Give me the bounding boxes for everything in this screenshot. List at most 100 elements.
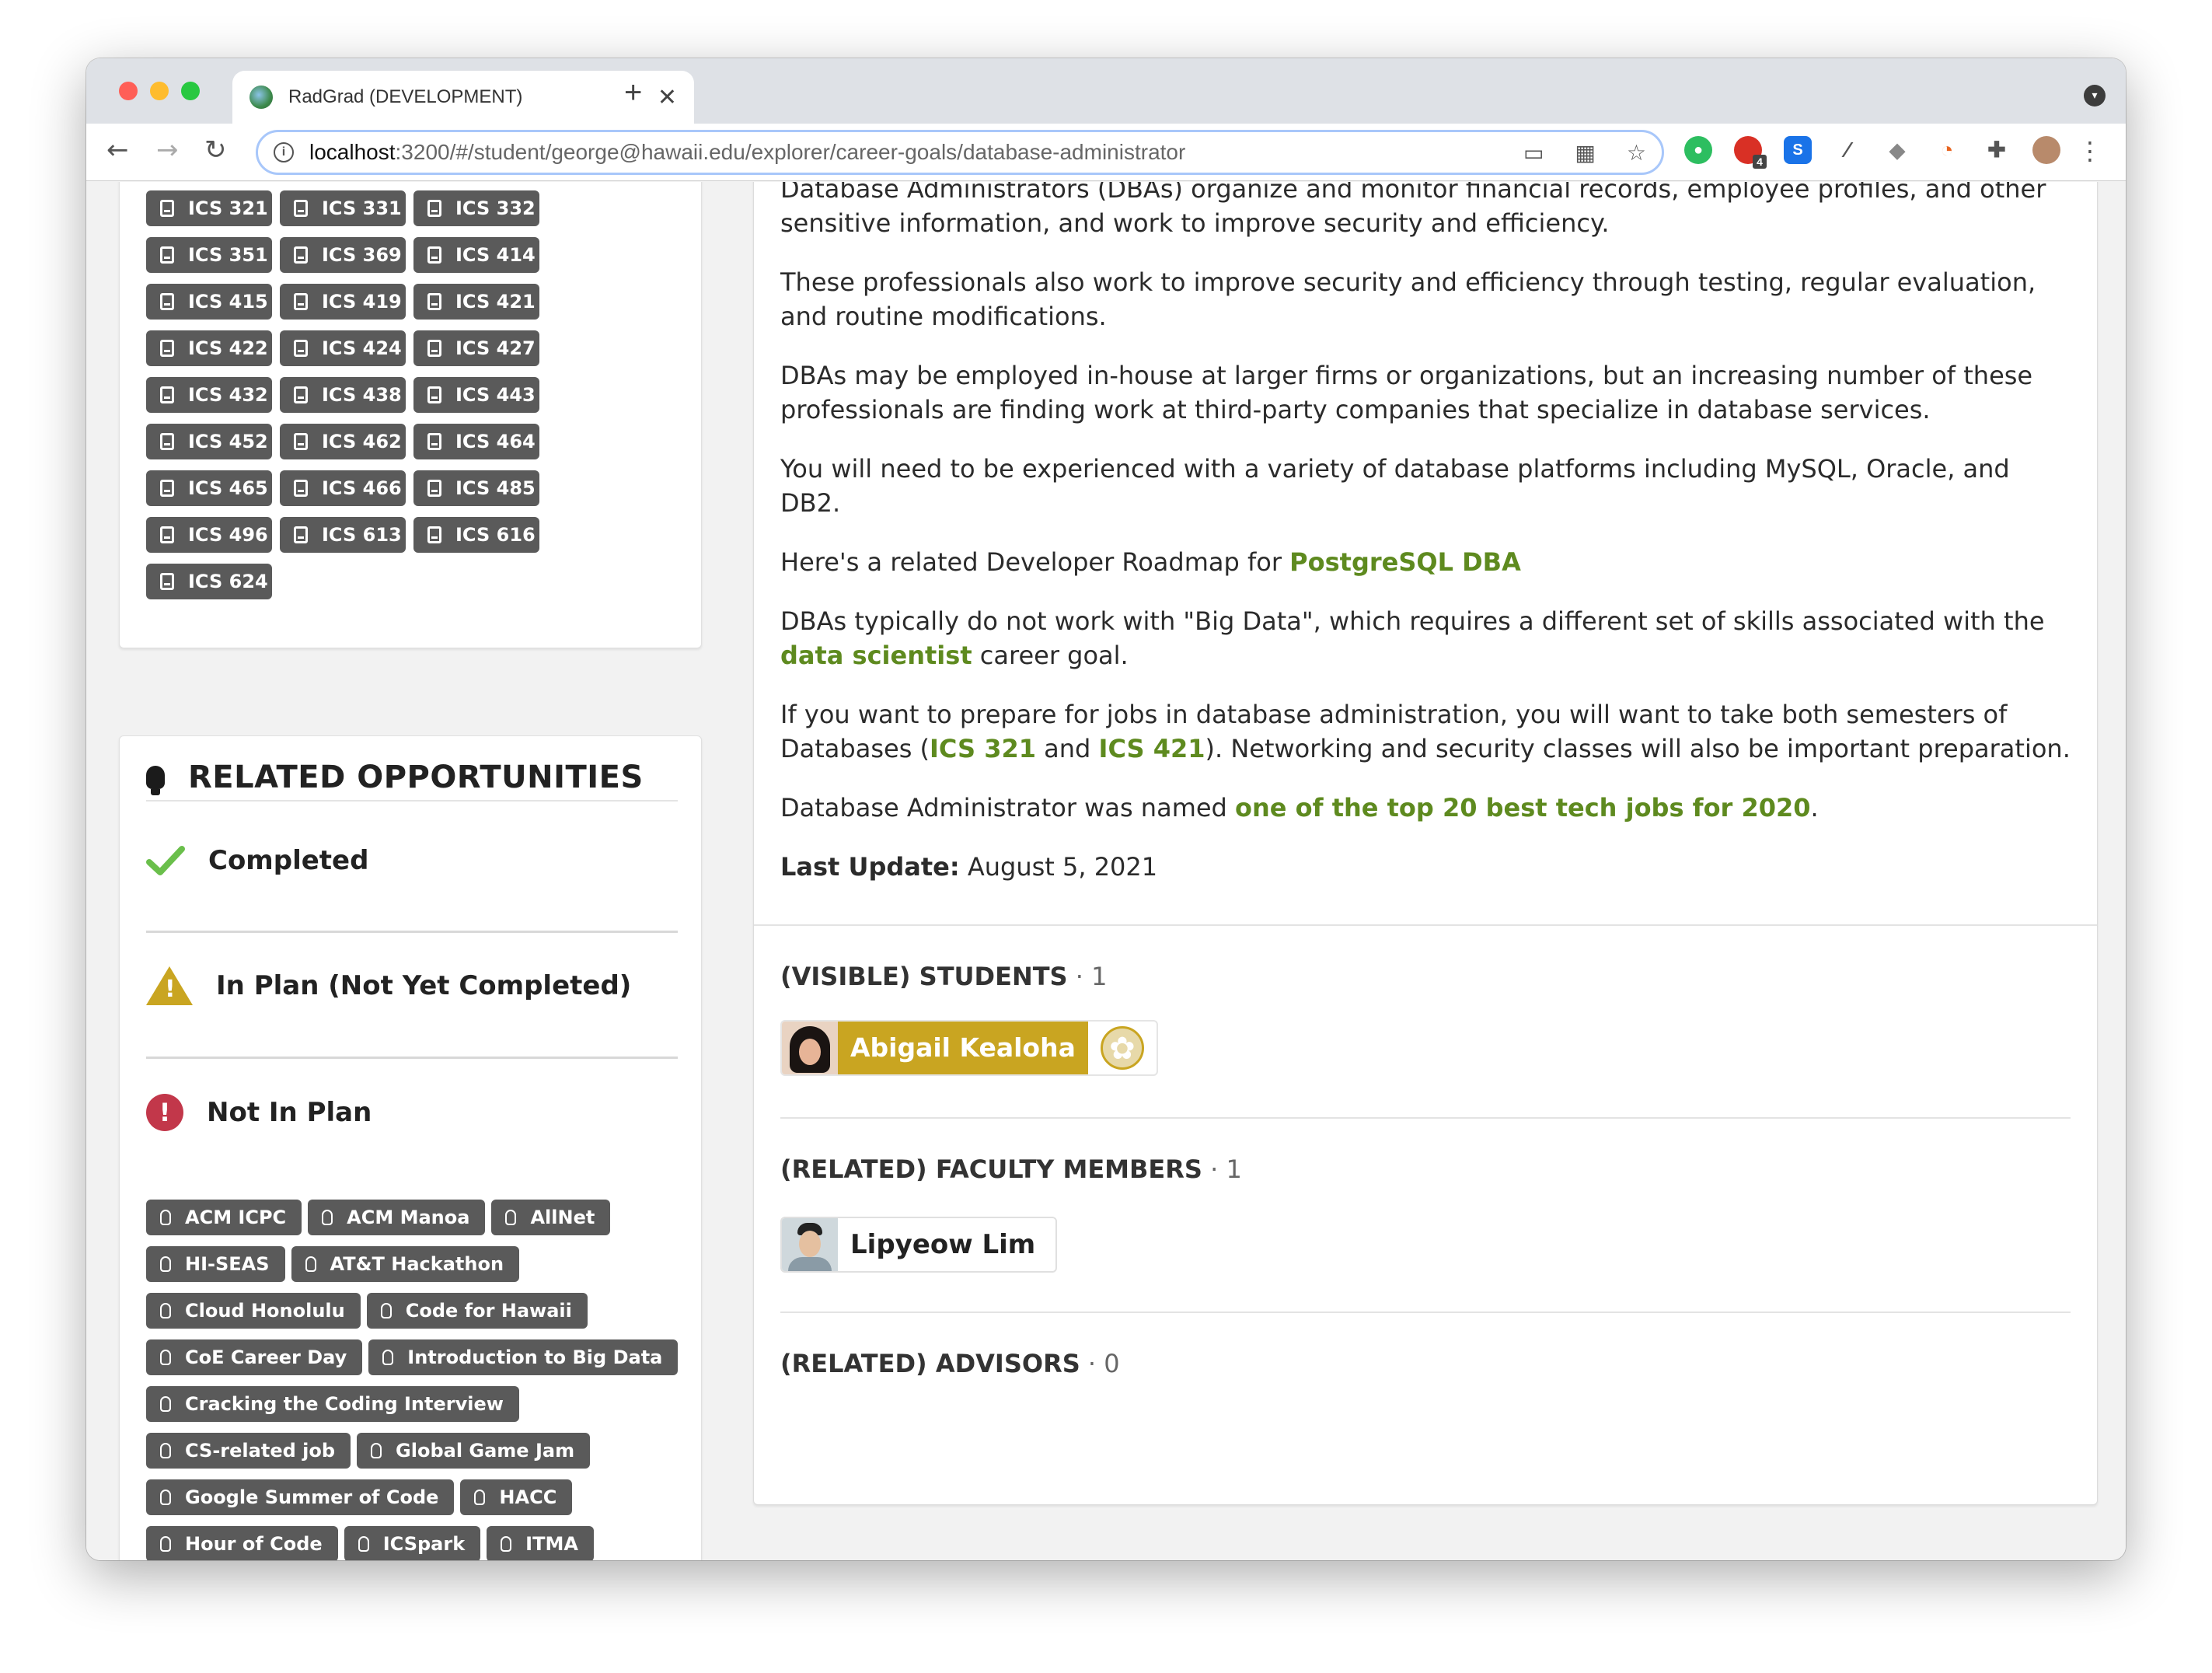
course-label[interactable]: ICS 616 [413,517,539,553]
opportunity-label-text: HACC [499,1486,557,1508]
bookmark-star-icon[interactable]: ☆ [1627,140,1646,166]
course-label[interactable]: ICS 415 [146,284,272,320]
radgrad-favicon-icon [249,86,273,109]
lightbulb-icon [371,1443,382,1458]
course-label-text: ICS 443 [455,384,536,406]
course-label[interactable]: ICS 369 [280,237,406,273]
opportunity-label-text: Cracking the Coding Interview [185,1393,504,1415]
course-label[interactable]: ICS 443 [413,377,539,413]
course-label[interactable]: ICS 496 [146,517,272,553]
opportunity-label[interactable]: Cloud Honolulu [146,1293,361,1329]
course-label[interactable]: ICS 351 [146,237,272,273]
course-label[interactable]: ICS 462 [280,424,406,459]
opportunity-label[interactable]: ACM Manoa [308,1200,486,1235]
lightbulb-icon [474,1490,486,1505]
book-icon [427,526,441,543]
close-tab-icon[interactable]: ✕ [658,84,677,111]
browser-window: RadGrad (DEVELOPMENT) ✕ + ▾ ← → ↻ i loca… [86,58,2126,1560]
address-bar[interactable]: i localhost:3200/#/student/george@hawaii… [256,130,1664,175]
evernote-extension-icon[interactable]: ● [1684,136,1712,164]
opportunity-label[interactable]: AllNet [491,1200,611,1235]
course-label[interactable]: ICS 424 [280,330,406,366]
top-tech-jobs-link[interactable]: one of the top 20 best tech jobs for 202… [1235,793,1811,823]
new-tab-button[interactable]: + [624,75,642,110]
postgresql-dba-link[interactable]: PostgreSQL DBA [1289,547,1521,577]
tab-search-icon[interactable]: ▾ [2084,85,2106,107]
honey-extension-icon[interactable]: ◔ [1933,136,1961,164]
course-label-text: ICS 613 [322,524,402,546]
qr-code-icon[interactable]: ▦ [1575,140,1595,166]
opportunity-label[interactable]: Google Summer of Code [146,1479,455,1515]
course-label[interactable]: ICS 427 [413,330,539,366]
opportunity-label[interactable]: Code for Hawaii [366,1293,588,1329]
checkmark-icon [146,846,185,875]
opportunity-label[interactable]: CS-related job [146,1433,351,1469]
cast-icon[interactable]: ▭ [1523,140,1544,166]
browser-toolbar: ← → ↻ i localhost:3200/#/student/george@… [86,124,2126,181]
book-icon [427,246,441,264]
course-label-text: ICS 321 [188,197,268,219]
opportunity-label[interactable]: Hour of Code [146,1526,338,1560]
course-label-text: ICS 616 [455,524,536,546]
browser-menu-icon[interactable]: ⋮ [2078,136,2102,166]
ics-421-link[interactable]: ICS 421 [1099,734,1205,763]
course-label[interactable]: ICS 485 [413,470,539,506]
book-icon [294,340,308,357]
course-label-text: ICS 414 [455,244,536,266]
adblock-extension-icon[interactable]: 4 [1734,136,1767,169]
course-label[interactable]: ICS 421 [413,284,539,320]
completed-label: Completed [208,845,369,876]
course-label[interactable]: ICS 331 [280,190,406,226]
course-label[interactable]: ICS 452 [146,424,272,459]
opportunity-label-text: Introduction to Big Data [407,1346,663,1368]
student-label[interactable]: Abigail Kealoha [780,1020,1158,1076]
course-label[interactable]: ICS 613 [280,517,406,553]
opportunity-label[interactable]: ITMA [487,1526,594,1560]
course-label[interactable]: ICS 332 [413,190,539,226]
lightbulb-icon [505,1210,517,1225]
eyedropper-extension-icon[interactable]: ⁄ [1833,136,1861,164]
close-window-button[interactable] [119,82,138,100]
course-label[interactable]: ICS 466 [280,470,406,506]
profile-avatar[interactable] [2032,136,2060,164]
opportunity-label[interactable]: ICSpark [344,1526,481,1560]
forward-arrow-icon[interactable]: → [156,134,179,166]
opportunity-label[interactable]: Global Game Jam [357,1433,591,1469]
course-label[interactable]: ICS 419 [280,284,406,320]
opportunity-label[interactable]: HACC [460,1479,573,1515]
course-label[interactable]: ICS 432 [146,377,272,413]
opportunity-label[interactable]: HI-SEAS [146,1246,285,1282]
ics-321-link[interactable]: ICS 321 [930,734,1036,763]
opportunity-label-text: AT&T Hackathon [330,1253,504,1275]
site-info-icon[interactable]: i [274,142,294,162]
opportunity-label-list: ACM ICPC ACM Manoa AllNet HI-SEAS AT&T Hacka… [146,1200,690,1560]
minimize-window-button[interactable] [150,82,169,100]
course-label-text: ICS 421 [455,291,536,313]
book-icon [427,200,441,217]
course-label-text: ICS 422 [188,337,268,359]
course-label[interactable]: ICS 422 [146,330,272,366]
reload-icon[interactable]: ↻ [204,134,227,166]
course-label[interactable]: ICS 321 [146,190,272,226]
dropbox-extension-icon[interactable]: ◆ [1883,136,1911,164]
opportunity-label[interactable]: AT&T Hackathon [291,1246,520,1282]
course-label[interactable]: ICS 438 [280,377,406,413]
url-text[interactable]: localhost:3200/#/student/george@hawaii.e… [309,140,1523,165]
course-label[interactable]: ICS 464 [413,424,539,459]
course-label[interactable]: ICS 624 [146,564,272,599]
faculty-label[interactable]: Lipyeow Lim [780,1217,1058,1273]
description-paragraph: Database Administrators (DBAs) organize … [780,182,2046,238]
opportunity-label[interactable]: ACM ICPC [146,1200,302,1235]
maximize-window-button[interactable] [181,82,200,100]
data-scientist-link[interactable]: data scientist [780,641,972,670]
extensions-puzzle-icon[interactable]: ✚ [1983,136,2011,164]
course-label-text: ICS 466 [322,477,402,499]
opportunity-label[interactable]: CoE Career Day [146,1339,363,1375]
opportunity-label[interactable]: Introduction to Big Data [368,1339,679,1375]
opportunity-label[interactable]: Cracking the Coding Interview [146,1386,519,1422]
book-icon [427,433,441,450]
course-label[interactable]: ICS 465 [146,470,272,506]
back-arrow-icon[interactable]: ← [106,134,129,166]
course-label[interactable]: ICS 414 [413,237,539,273]
s-extension-icon[interactable]: S [1784,136,1812,164]
